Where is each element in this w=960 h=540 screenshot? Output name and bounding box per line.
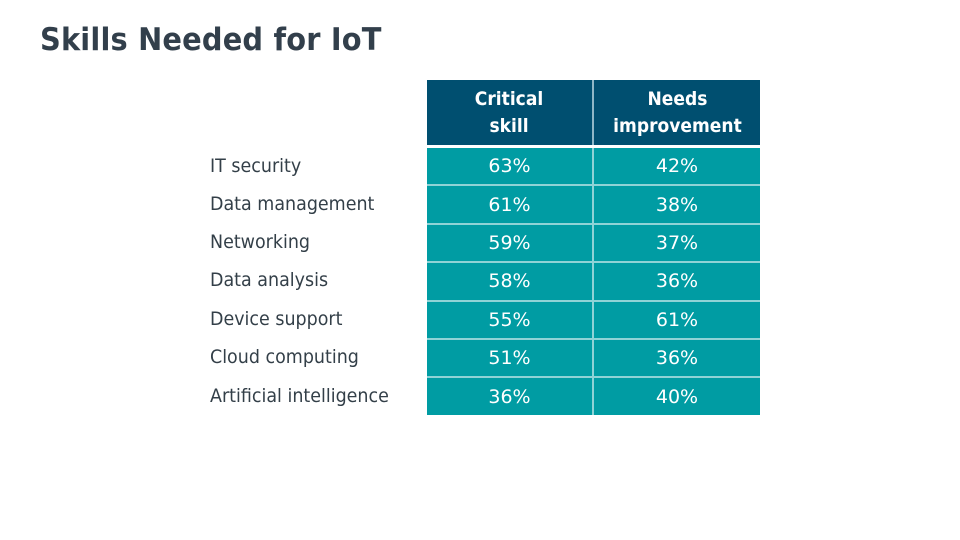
row-label: Data management [210, 184, 404, 222]
needs-cell: 42% [655, 155, 699, 178]
row-label: Device support [210, 300, 404, 338]
table-header: Critical skill Needs improvement [427, 80, 760, 145]
row-label-text: Data analysis [210, 269, 329, 292]
row-label-text: Device support [210, 307, 343, 330]
table-body: 63% 42% 61% 38% 59% 37% 58% 36% 55% 61% … [427, 148, 760, 415]
row-labels: IT security Data management Networking D… [210, 148, 404, 415]
header-text: Critical [475, 87, 544, 110]
skills-table: Critical skill Needs improvement 63% 42%… [427, 80, 760, 415]
needs-cell: 38% [655, 193, 699, 216]
table-row: 51% 36% [427, 337, 760, 377]
row-label: Cloud computing [210, 338, 404, 376]
critical-cell: 59% [427, 224, 594, 262]
critical-cell: 61% [427, 186, 594, 223]
needs-cell: 36% [655, 347, 699, 370]
critical-cell: 63% [427, 148, 594, 185]
needs-cell: 37% [655, 231, 699, 254]
row-label: Data analysis [210, 261, 404, 299]
needs-cell: 36% [655, 270, 699, 293]
table-row: 36% 40% [427, 376, 760, 415]
critical-cell: 55% [427, 301, 594, 338]
needs-cell: 40% [655, 385, 699, 408]
row-label: Networking [210, 223, 404, 261]
critical-cell: 36% [427, 378, 594, 415]
table-row: 63% 42% [427, 148, 760, 185]
header-text: Needs [647, 87, 707, 110]
row-label-text: Data management [210, 192, 375, 215]
row-label: Artificial intelligence [210, 376, 404, 414]
header-text: skill [489, 114, 530, 137]
critical-cell: 58% [427, 263, 594, 300]
header-text: improvement [612, 114, 742, 137]
table-row: 59% 37% [427, 222, 760, 262]
row-label-text: Networking [210, 230, 311, 253]
table-row: 58% 36% [427, 261, 760, 300]
row-label-text: Cloud computing [210, 346, 359, 369]
row-label-text: IT security [210, 155, 302, 178]
row-label-text: Artificial intelligence [210, 384, 389, 407]
slide-title: Skills Needed for IoT [40, 22, 382, 58]
row-label: IT security [210, 148, 404, 184]
table-row: 61% 38% [427, 184, 760, 223]
critical-cell: 51% [427, 339, 594, 377]
header-needs-improvement: Needs improvement [594, 80, 760, 145]
needs-cell: 61% [655, 308, 699, 331]
table-row: 55% 61% [427, 299, 760, 338]
header-critical-skill: Critical skill [427, 80, 594, 145]
